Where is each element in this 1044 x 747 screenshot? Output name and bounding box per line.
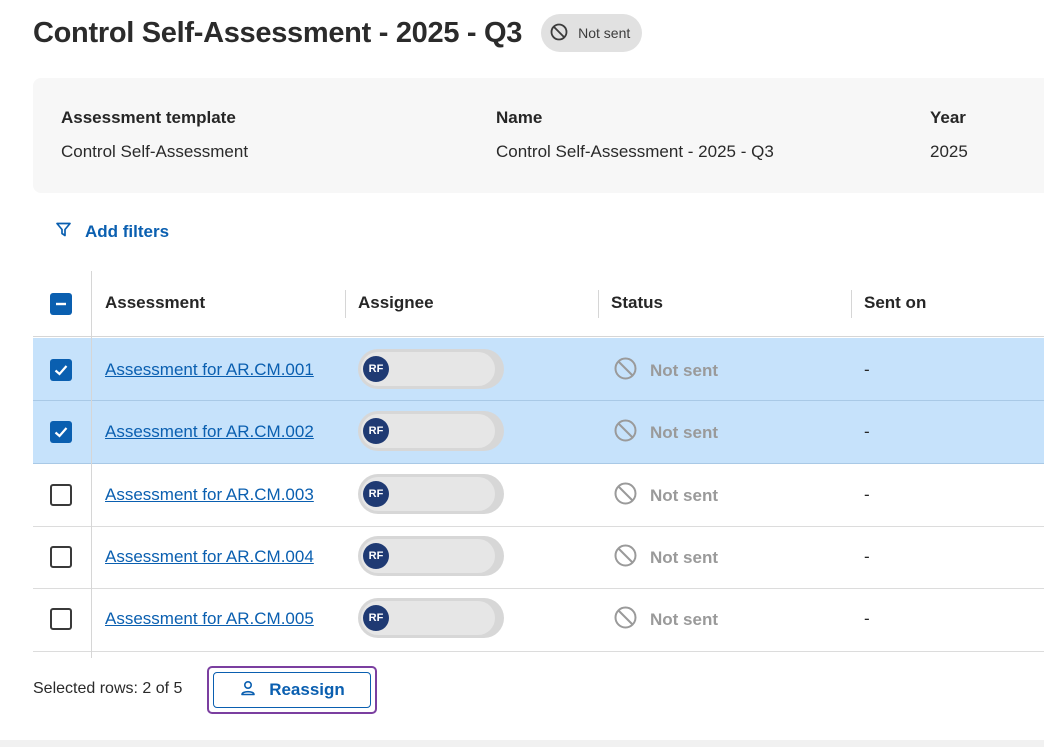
name-value: Control Self-Assessment - 2025 - Q3	[496, 142, 774, 161]
column-divider	[345, 290, 346, 318]
page-header: Control Self-Assessment - 2025 - Q3 Not …	[33, 14, 643, 52]
sent-on-value: -	[864, 609, 870, 628]
table-row[interactable]: Assessment for AR.CM.004 RF Not sent -	[33, 526, 1044, 589]
assessment-link[interactable]: Assessment for AR.CM.003	[105, 485, 314, 505]
assessment-link[interactable]: Assessment for AR.CM.004	[105, 547, 314, 567]
sent-on-value: -	[864, 360, 870, 379]
not-sent-icon	[613, 543, 638, 573]
year-value: 2025	[930, 142, 968, 161]
column-header-status[interactable]: Status	[611, 293, 663, 313]
row-checkbox[interactable]	[50, 484, 72, 506]
year-detail: Year 2025	[930, 108, 968, 162]
table-row[interactable]: Assessment for AR.CM.001 RF Not sent -	[33, 338, 1044, 401]
user-icon	[239, 679, 257, 702]
page-bottom-edge	[0, 740, 1044, 747]
add-filters-label: Add filters	[85, 222, 170, 241]
not-sent-icon	[613, 356, 638, 386]
column-divider	[598, 290, 599, 318]
table-row[interactable]: Assessment for AR.CM.003 RF Not sent -	[33, 464, 1044, 527]
status-badge-label: Not sent	[578, 25, 631, 41]
row-checkbox[interactable]	[50, 608, 72, 630]
column-divider	[851, 290, 852, 318]
table-footer: Selected rows: 2 of 5 Reassign	[33, 666, 833, 714]
assignee-field[interactable]: RF	[358, 349, 504, 389]
not-sent-icon	[613, 481, 638, 511]
not-sent-icon	[613, 418, 638, 448]
assessment-link[interactable]: Assessment for AR.CM.005	[105, 609, 314, 629]
checkbox-column-divider	[91, 271, 92, 658]
sent-on-value: -	[864, 485, 870, 504]
assessment-details-card: Assessment template Control Self-Assessm…	[33, 78, 1044, 193]
row-status: Not sent	[613, 543, 718, 573]
status-label: Not sent	[650, 423, 718, 442]
reassign-focus-ring: Reassign	[207, 666, 377, 714]
table-header: Assessment Assignee Status Sent on	[33, 271, 1044, 337]
assignee-field[interactable]: RF	[358, 536, 504, 576]
sent-on-value: -	[864, 547, 870, 566]
assessment-link[interactable]: Assessment for AR.CM.001	[105, 360, 314, 380]
status-label: Not sent	[650, 486, 718, 505]
assignee-field[interactable]: RF	[358, 598, 504, 638]
add-filters-button[interactable]: Add filters	[55, 220, 169, 244]
row-checkbox[interactable]	[50, 421, 72, 443]
reassign-label: Reassign	[269, 680, 345, 699]
assessment-link[interactable]: Assessment for AR.CM.002	[105, 422, 314, 442]
selected-rows-count: Selected rows: 2 of 5	[33, 680, 183, 697]
column-header-sent-on[interactable]: Sent on	[864, 293, 926, 313]
template-value: Control Self-Assessment	[61, 142, 249, 161]
row-checkbox[interactable]	[50, 546, 72, 568]
status-badge: Not sent	[541, 14, 643, 52]
column-header-assessment[interactable]: Assessment	[105, 293, 205, 313]
template-label: Assessment template	[61, 108, 236, 127]
filter-icon	[55, 221, 72, 243]
row-status: Not sent	[613, 481, 718, 511]
avatar: RF	[363, 418, 389, 444]
assessments-table: Assessment Assignee Status Sent on Asses…	[33, 271, 1044, 658]
name-label: Name	[496, 108, 543, 127]
reassign-button[interactable]: Reassign	[213, 672, 371, 708]
status-label: Not sent	[650, 548, 718, 567]
table-row[interactable]: Assessment for AR.CM.005 RF Not sent -	[33, 589, 1044, 652]
row-status: Not sent	[613, 605, 718, 635]
row-status: Not sent	[613, 418, 718, 448]
row-checkbox[interactable]	[50, 359, 72, 381]
status-label: Not sent	[650, 361, 718, 380]
sent-on-value: -	[864, 422, 870, 441]
status-label: Not sent	[650, 610, 718, 629]
page-title: Control Self-Assessment - 2025 - Q3	[33, 16, 523, 49]
name-detail: Name Control Self-Assessment - 2025 - Q3	[496, 108, 774, 162]
year-label: Year	[930, 108, 966, 127]
assignee-field[interactable]: RF	[358, 411, 504, 451]
template-detail: Assessment template Control Self-Assessm…	[61, 108, 248, 162]
avatar: RF	[363, 543, 389, 569]
table-row[interactable]: Assessment for AR.CM.002 RF Not sent -	[33, 401, 1044, 464]
not-sent-icon	[549, 22, 569, 45]
not-sent-icon	[613, 605, 638, 635]
avatar: RF	[363, 605, 389, 631]
select-all-checkbox[interactable]	[50, 293, 72, 315]
assignee-field[interactable]: RF	[358, 474, 504, 514]
column-header-assignee[interactable]: Assignee	[358, 293, 434, 313]
row-status: Not sent	[613, 356, 718, 386]
avatar: RF	[363, 356, 389, 382]
avatar: RF	[363, 481, 389, 507]
